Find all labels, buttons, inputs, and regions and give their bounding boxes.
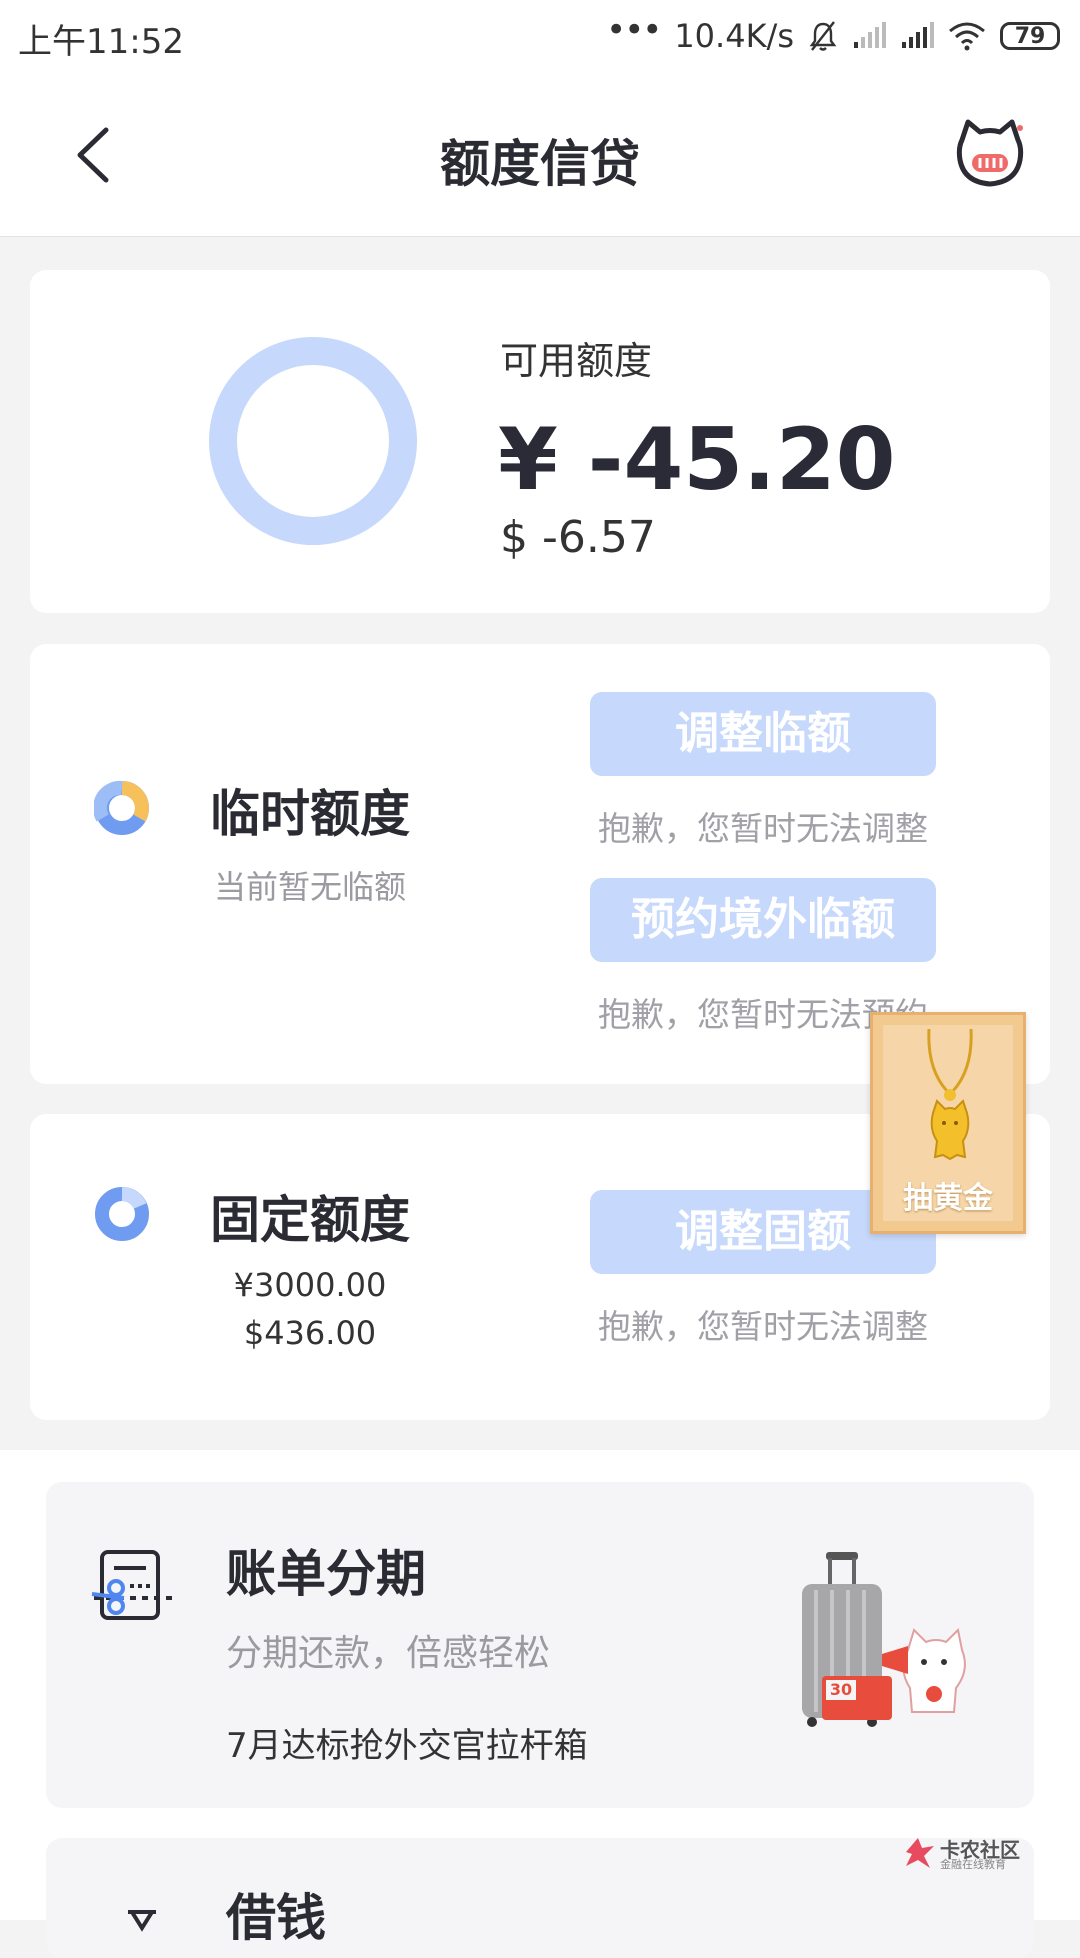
reserve-overseas-temp-button[interactable]: 预约境外临额	[590, 878, 936, 962]
fixed-credit-pie-icon	[95, 1187, 149, 1241]
gold-pendant-icon	[927, 1029, 973, 1161]
battery-indicator: 79	[1000, 22, 1060, 50]
borrow-card[interactable]: 借钱	[46, 1838, 1034, 1958]
gold-lottery-label: 抽黄金	[903, 1181, 993, 1216]
more-dots-icon: •••	[606, 10, 662, 50]
status-time: 上午11:52	[18, 22, 184, 62]
available-credit-usd: $ -6.57	[500, 512, 656, 563]
gold-lottery-float[interactable]: 抽黄金	[870, 1012, 1026, 1234]
available-credit-label: 可用额度	[500, 339, 653, 383]
bill-installment-title: 账单分期	[226, 1545, 426, 1603]
hourglass-icon	[128, 1910, 156, 1932]
fixed-credit-title: 固定额度	[210, 1191, 410, 1249]
watermark-sub: 金融在线教育	[940, 1858, 1006, 1871]
promo-badge-text: 30	[830, 1680, 852, 1699]
network-speed: 10.4K/s	[674, 17, 794, 55]
nav-bar: 额度信贷	[0, 76, 1080, 237]
bill-installment-promo: 7月达标抢外交官拉杆箱	[226, 1726, 588, 1766]
status-bar: 上午11:52 ••• 10.4K/s 79	[0, 0, 1080, 76]
adjust-temp-credit-button[interactable]: 调整临额	[590, 692, 936, 776]
available-credit-card: 可用额度 ¥ -45.20 $ -6.57	[30, 270, 1050, 613]
page-title: 额度信贷	[440, 135, 640, 193]
adjust-fixed-credit-note: 抱歉，您暂时无法调整	[598, 1307, 928, 1346]
bill-installment-subtitle: 分期还款，倍感轻松	[226, 1633, 551, 1674]
available-credit-cny: ¥ -45.20	[498, 410, 896, 510]
mute-bell-icon	[809, 21, 837, 51]
temp-credit-subtitle: 当前暂无临额	[213, 868, 406, 906]
adjust-temp-credit-note: 抱歉，您暂时无法调整	[598, 809, 928, 848]
borrow-title: 借钱	[226, 1889, 326, 1947]
temp-credit-title: 临时额度	[210, 785, 410, 843]
status-icons: ••• 10.4K/s 79	[606, 10, 1060, 58]
fixed-credit-cny: ¥3000.00	[233, 1266, 387, 1304]
cat-service-icon[interactable]	[954, 118, 1026, 190]
bill-installment-card[interactable]: 账单分期 分期还款，倍感轻松 7月达标抢外交官拉杆箱 30	[46, 1482, 1034, 1808]
credit-ring-chart	[209, 337, 417, 545]
fixed-credit-usd: $436.00	[243, 1314, 377, 1352]
signal-weak-icon	[854, 22, 886, 48]
temp-credit-pie-icon	[94, 780, 149, 835]
watermark: 卡农社区 金融在线教育	[900, 1834, 1040, 1871]
wifi-icon	[949, 22, 985, 51]
signal-strong-icon	[902, 22, 934, 48]
luggage-promo-image: 30	[802, 1552, 966, 1727]
watermark-logo-icon	[906, 1838, 934, 1868]
bill-installment-icon	[91, 1550, 174, 1620]
